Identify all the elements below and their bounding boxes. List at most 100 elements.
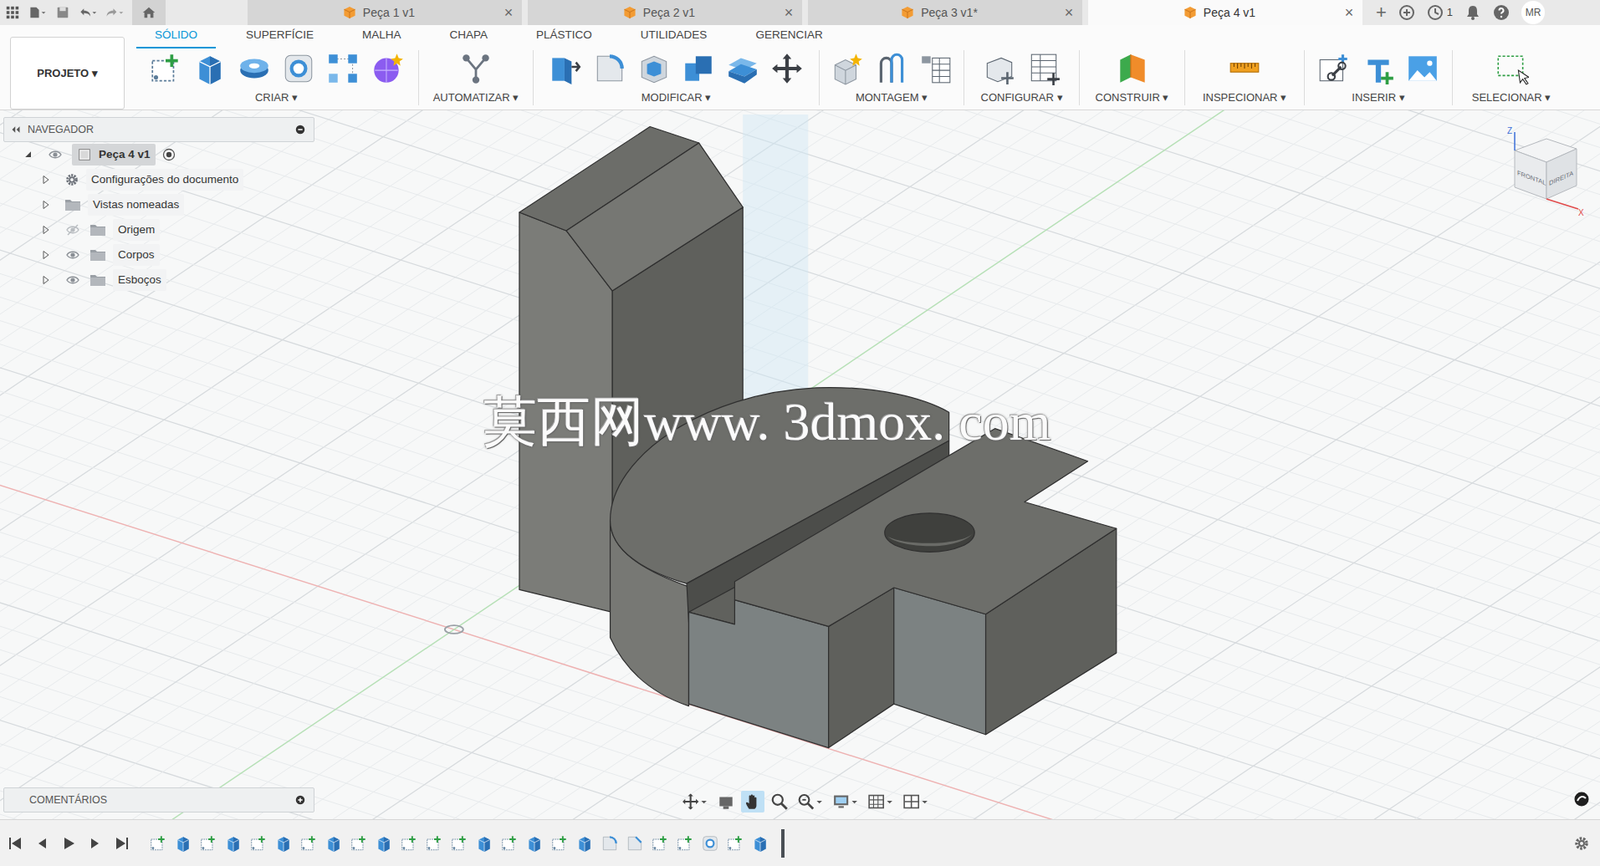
save-icon[interactable] xyxy=(55,5,71,21)
project-button[interactable]: PROJETO ▾ xyxy=(10,36,125,110)
expand-arrow-icon[interactable] xyxy=(39,250,53,261)
browser-item[interactable]: Origem xyxy=(3,217,315,243)
timeline-marker[interactable] xyxy=(781,829,785,859)
settings-gear-icon[interactable] xyxy=(1573,835,1590,853)
play-icon[interactable] xyxy=(60,835,77,853)
browser-item[interactable]: Corpos xyxy=(3,242,315,268)
move-icon[interactable] xyxy=(769,51,805,87)
hole-icon[interactable] xyxy=(281,51,317,87)
status-icon[interactable] xyxy=(1573,791,1590,808)
image-icon[interactable] xyxy=(1405,51,1441,87)
sketch-feature-icon[interactable] xyxy=(650,834,670,854)
extrude-feature-icon[interactable] xyxy=(173,834,193,854)
redo-icon[interactable] xyxy=(105,3,124,22)
workspace-tab[interactable]: UTILIDADES xyxy=(622,23,726,49)
group-menu[interactable]: SELECIONAR ▾ xyxy=(1472,87,1551,107)
group-menu[interactable]: CONFIGURAR ▾ xyxy=(981,87,1064,107)
first-frame-icon[interactable] xyxy=(6,835,24,853)
browser-label[interactable]: Vistas nomeadas xyxy=(87,194,185,216)
collapse-icon[interactable] xyxy=(10,124,21,135)
undo-icon[interactable] xyxy=(78,3,98,22)
sketch-feature-icon[interactable] xyxy=(148,834,168,854)
extrude-feature-icon[interactable] xyxy=(575,834,594,854)
group-menu[interactable]: CRIAR ▾ xyxy=(255,87,298,107)
joint-icon[interactable] xyxy=(874,51,910,87)
configtable-icon[interactable] xyxy=(1026,51,1062,87)
table-icon[interactable] xyxy=(918,51,954,87)
close-tab-button[interactable]: × xyxy=(1062,5,1076,21)
expand-arrow-icon[interactable] xyxy=(39,224,53,236)
workspace-tab[interactable]: SUPERFÍCIE xyxy=(227,23,333,49)
help-icon[interactable] xyxy=(1492,4,1510,21)
group-menu[interactable]: INSPECIONAR ▾ xyxy=(1202,87,1287,107)
sketch-feature-icon[interactable] xyxy=(550,834,569,854)
nav-tool[interactable] xyxy=(741,791,765,813)
combine-icon[interactable] xyxy=(680,51,716,87)
browser-item[interactable]: Vistas nomeadas xyxy=(3,192,315,218)
new-tab-button[interactable]: + xyxy=(1375,3,1387,22)
browser-label[interactable]: Esboços xyxy=(112,269,167,292)
bell-icon[interactable] xyxy=(1464,4,1482,21)
expand-arrow-icon[interactable] xyxy=(39,174,53,185)
group-menu[interactable]: CONSTRUIR ▾ xyxy=(1095,87,1170,107)
extrude-feature-icon[interactable] xyxy=(751,834,770,854)
plane-icon[interactable] xyxy=(1114,51,1151,87)
presspull-icon[interactable] xyxy=(547,51,583,87)
select-icon[interactable] xyxy=(1493,51,1529,87)
sketch-feature-icon[interactable] xyxy=(199,834,218,854)
app-grid-icon[interactable] xyxy=(5,5,21,21)
measure-icon[interactable] xyxy=(1226,51,1263,87)
config-icon[interactable] xyxy=(981,51,1018,87)
form-icon[interactable] xyxy=(369,51,405,87)
nav-tool[interactable] xyxy=(714,791,738,813)
offset-icon[interactable] xyxy=(725,51,761,87)
canvas[interactable]: NAVEGADORPeça 4 v1Configurações do docum… xyxy=(0,110,1600,820)
newcomp-icon[interactable] xyxy=(829,51,865,87)
extrude-feature-icon[interactable] xyxy=(224,834,243,854)
expand-arrow-icon[interactable] xyxy=(39,199,53,210)
previous-icon[interactable] xyxy=(33,835,51,853)
workspace-tab[interactable]: MALHA xyxy=(343,23,420,49)
insertlink-icon[interactable] xyxy=(1316,51,1352,87)
collapse-arrow-icon[interactable] xyxy=(21,149,36,160)
close-tab-button[interactable]: × xyxy=(1342,5,1356,21)
browser-item[interactable]: Peça 4 v1 xyxy=(3,142,315,168)
sketch-feature-icon[interactable] xyxy=(249,834,268,854)
file-icon[interactable] xyxy=(28,3,47,22)
workspace-tab[interactable]: GERENCIAR xyxy=(736,23,841,49)
sketch-feature-icon[interactable] xyxy=(424,834,444,854)
document-tab[interactable]: Peça 1 v1× xyxy=(247,0,522,26)
automate-icon[interactable] xyxy=(458,51,494,87)
hole-feature-icon[interactable] xyxy=(700,834,720,854)
document-tab[interactable]: Peça 2 v1× xyxy=(527,0,803,26)
fillet-icon[interactable] xyxy=(592,51,628,87)
workspace-tab[interactable]: PLÁSTICO xyxy=(517,23,611,49)
sketch-feature-icon[interactable] xyxy=(299,834,318,854)
close-tab-button[interactable]: × xyxy=(501,5,516,21)
nav-tool[interactable] xyxy=(679,791,711,813)
revolve-icon[interactable] xyxy=(236,51,272,87)
next-icon[interactable] xyxy=(86,835,104,853)
job-status[interactable]: 1 xyxy=(1426,4,1453,21)
browser-label[interactable]: Configurações do documento xyxy=(86,168,244,191)
sketch-feature-icon[interactable] xyxy=(349,834,369,854)
cube-face-label[interactable]: DIREITA xyxy=(1548,168,1575,188)
extrude-feature-icon[interactable] xyxy=(324,834,343,854)
browser-item[interactable]: Esboços xyxy=(3,267,315,293)
expand-arrow-icon[interactable] xyxy=(39,275,53,286)
hidden-eye-icon[interactable] xyxy=(64,223,82,237)
workspace-tab[interactable]: SÓLIDO xyxy=(136,23,216,49)
eye-icon[interactable] xyxy=(46,148,64,162)
add-comment-icon[interactable] xyxy=(295,795,306,806)
shell-icon[interactable] xyxy=(636,51,672,87)
sketch-icon[interactable] xyxy=(148,51,184,87)
sketch-feature-icon[interactable] xyxy=(500,834,519,854)
insertplus-icon[interactable] xyxy=(1360,51,1396,87)
pattern-icon[interactable] xyxy=(325,51,361,87)
sketch-feature-icon[interactable] xyxy=(675,834,695,854)
extrude-feature-icon[interactable] xyxy=(274,834,293,854)
group-menu[interactable]: AUTOMATIZAR ▾ xyxy=(433,87,520,107)
eye-icon[interactable] xyxy=(64,273,82,287)
component-chip[interactable]: Peça 4 v1 xyxy=(71,143,156,166)
extrude-feature-icon[interactable] xyxy=(374,834,394,854)
